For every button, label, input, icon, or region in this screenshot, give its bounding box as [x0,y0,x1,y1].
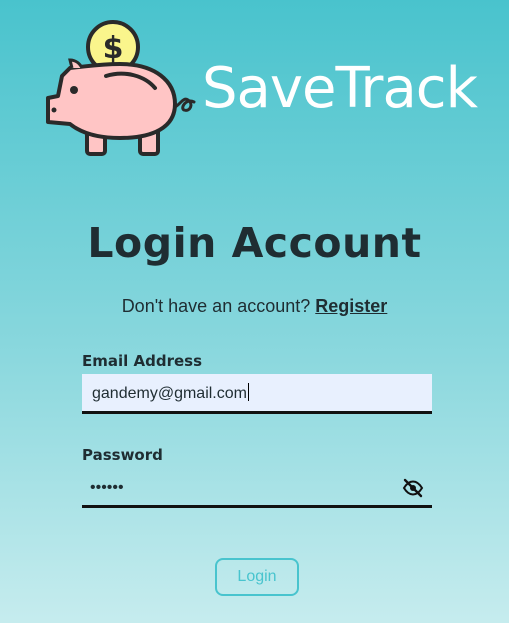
register-prompt-line: Don't have an account? Register [0,295,509,317]
brand-name: SaveTrack [202,56,478,121]
login-button[interactable]: Login [215,558,299,596]
eye-slash-icon[interactable] [402,478,424,498]
text-caret [247,383,249,401]
svg-text:$: $ [103,31,124,66]
page-title: Login Account [87,219,422,267]
piggy-bank-logo-icon: $ [40,16,200,161]
password-label: Password [82,446,163,464]
password-value: •••••• [90,479,124,496]
password-field[interactable]: •••••• [82,470,432,508]
email-field[interactable]: gandemy@gmail.com [82,374,432,414]
email-value: gandemy@gmail.com [92,383,249,402]
register-link[interactable]: Register [315,296,387,316]
email-label: Email Address [82,352,203,370]
register-prompt-text: Don't have an account? [121,296,311,316]
